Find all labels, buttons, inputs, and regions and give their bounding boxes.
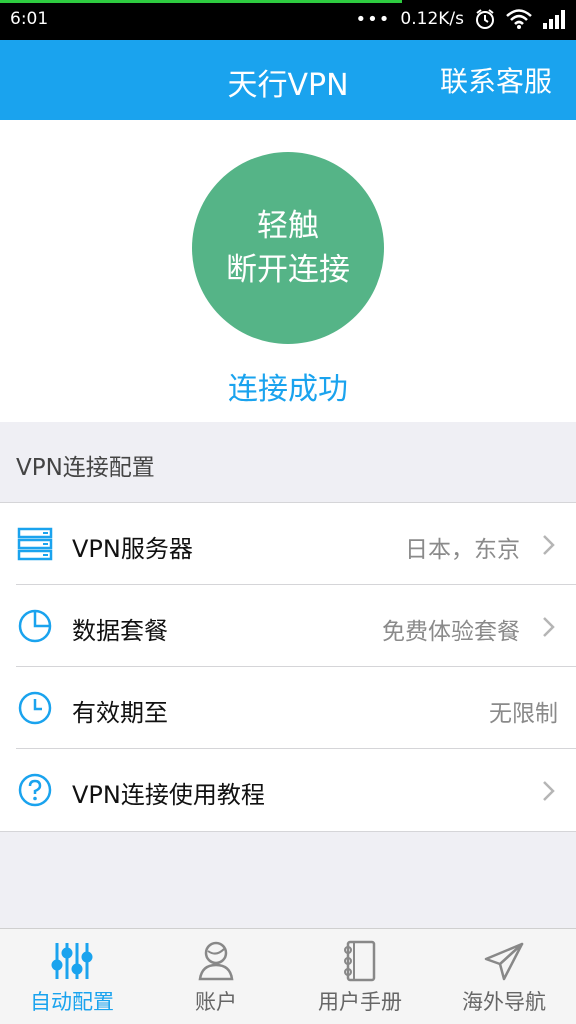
tab-label: 海外导航 bbox=[462, 990, 546, 1014]
row-tutorial[interactable]: VPN连接使用教程 bbox=[16, 749, 576, 831]
row-data-plan[interactable]: 数据套餐 免费体验套餐 bbox=[16, 585, 576, 667]
tab-user-manual[interactable]: 用户手册 bbox=[288, 929, 432, 1024]
tab-label: 自动配置 bbox=[30, 990, 114, 1014]
chevron-right-icon bbox=[543, 617, 555, 637]
connection-panel: 轻触 断开连接 连接成功 bbox=[0, 120, 576, 422]
more-dots-icon: ••• bbox=[355, 8, 391, 30]
chevron-right-icon bbox=[543, 535, 555, 555]
question-icon bbox=[18, 773, 52, 807]
tab-auto-config[interactable]: 自动配置 bbox=[0, 929, 144, 1024]
server-icon bbox=[17, 527, 53, 561]
config-list: VPN服务器 日本，东京 数据套餐 免费体验套餐 有效期至 无限制 VPN连接使… bbox=[0, 502, 576, 832]
page-load-progress bbox=[0, 0, 402, 3]
connection-status: 连接成功 bbox=[228, 372, 348, 407]
config-section-header: VPN连接配置 bbox=[0, 422, 576, 502]
tab-account[interactable]: 账户 bbox=[144, 929, 288, 1024]
row-value: 日本，东京 bbox=[405, 537, 520, 563]
bottom-tab-bar: 自动配置 账户 用户手册 海外导航 bbox=[0, 928, 576, 1024]
status-bar: 6:01 ••• 0.12K/s bbox=[0, 0, 576, 40]
tab-label: 用户手册 bbox=[318, 990, 402, 1014]
row-label: 数据套餐 bbox=[72, 617, 168, 645]
status-indicators: ••• 0.12K/s bbox=[356, 8, 566, 30]
disconnect-line-2: 断开连接 bbox=[226, 252, 350, 288]
row-label: VPN服务器 bbox=[72, 535, 193, 563]
sliders-icon bbox=[51, 943, 93, 979]
app-header: 天行VPN 联系客服 bbox=[0, 40, 576, 120]
clock-icon bbox=[18, 691, 52, 725]
signal-icon bbox=[543, 10, 565, 29]
pie-chart-icon bbox=[18, 609, 52, 643]
wifi-icon bbox=[506, 9, 532, 29]
row-expiry: 有效期至 无限制 bbox=[16, 667, 576, 749]
config-section-title: VPN连接配置 bbox=[16, 455, 155, 481]
tab-overseas-nav[interactable]: 海外导航 bbox=[432, 929, 576, 1024]
row-label: VPN连接使用教程 bbox=[72, 781, 265, 809]
disconnect-line-1: 轻触 bbox=[257, 208, 319, 244]
network-speed: 0.12K/s bbox=[400, 9, 464, 29]
user-icon bbox=[198, 941, 234, 981]
disconnect-button[interactable]: 轻触 断开连接 bbox=[192, 152, 384, 344]
notebook-icon bbox=[344, 940, 376, 982]
row-vpn-server[interactable]: VPN服务器 日本，东京 bbox=[16, 503, 576, 585]
status-time: 6:01 bbox=[10, 9, 49, 29]
alarm-icon bbox=[476, 9, 494, 29]
paper-plane-icon bbox=[484, 942, 524, 981]
chevron-right-icon bbox=[543, 781, 555, 801]
tab-label: 账户 bbox=[195, 990, 237, 1014]
row-value: 免费体验套餐 bbox=[382, 619, 520, 645]
contact-support-button[interactable]: 联系客服 bbox=[440, 60, 552, 100]
row-label: 有效期至 bbox=[72, 699, 168, 727]
row-value: 无限制 bbox=[489, 701, 558, 727]
